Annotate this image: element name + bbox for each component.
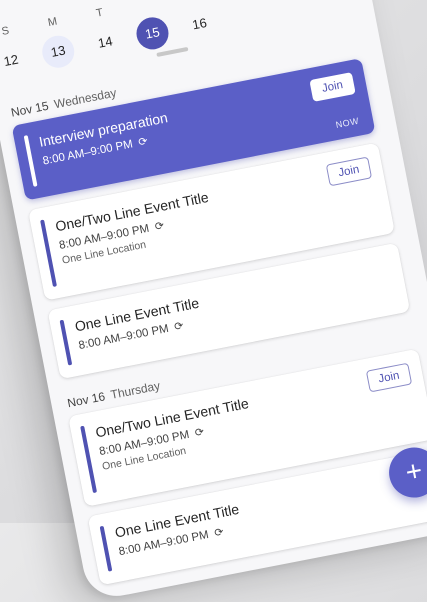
day-wednesday[interactable]: 15 bbox=[126, 0, 175, 53]
repeat-icon: ⟳ bbox=[153, 219, 166, 234]
now-badge: NOW bbox=[334, 115, 360, 130]
repeat-icon: ⟳ bbox=[173, 319, 185, 334]
day-number: 13 bbox=[39, 32, 78, 71]
day-letter: T bbox=[95, 6, 105, 20]
day-number: 12 bbox=[2, 51, 20, 70]
day-number: 14 bbox=[96, 33, 114, 51]
calendar-app: S 12 M 13 T 14 15 16 Nov 15 Wednesday In… bbox=[0, 0, 427, 602]
day-letter bbox=[126, 0, 168, 16]
event-color-bar bbox=[59, 319, 73, 366]
day-header-date: Nov 15 bbox=[9, 98, 50, 120]
day-header-weekday: Thursday bbox=[109, 378, 162, 402]
repeat-icon: ⟳ bbox=[213, 526, 225, 540]
repeat-icon: ⟳ bbox=[193, 425, 206, 440]
join-button[interactable]: Join bbox=[365, 362, 413, 393]
join-button[interactable]: Join bbox=[325, 156, 373, 187]
day-tuesday[interactable]: T 14 bbox=[79, 3, 128, 62]
day-monday[interactable]: M 13 bbox=[32, 13, 81, 72]
event-color-bar bbox=[99, 525, 113, 572]
day-letter: S bbox=[0, 24, 11, 39]
plus-icon: + bbox=[402, 454, 425, 488]
phone-frame: S 12 M 13 T 14 15 16 Nov 15 Wednesday In… bbox=[0, 0, 427, 602]
day-letter: M bbox=[46, 15, 59, 30]
day-number: 15 bbox=[133, 14, 172, 53]
repeat-icon: ⟳ bbox=[137, 135, 149, 149]
day-sunday[interactable]: S 12 bbox=[0, 22, 34, 81]
day-letter bbox=[173, 0, 215, 6]
day-number: 16 bbox=[190, 14, 209, 33]
day-header-date: Nov 16 bbox=[66, 389, 107, 411]
event-color-bar bbox=[40, 219, 57, 288]
join-button[interactable]: Join bbox=[309, 72, 356, 102]
day-thursday[interactable]: 16 bbox=[173, 0, 222, 44]
event-color-bar bbox=[80, 425, 98, 494]
event-color-bar bbox=[23, 135, 38, 187]
